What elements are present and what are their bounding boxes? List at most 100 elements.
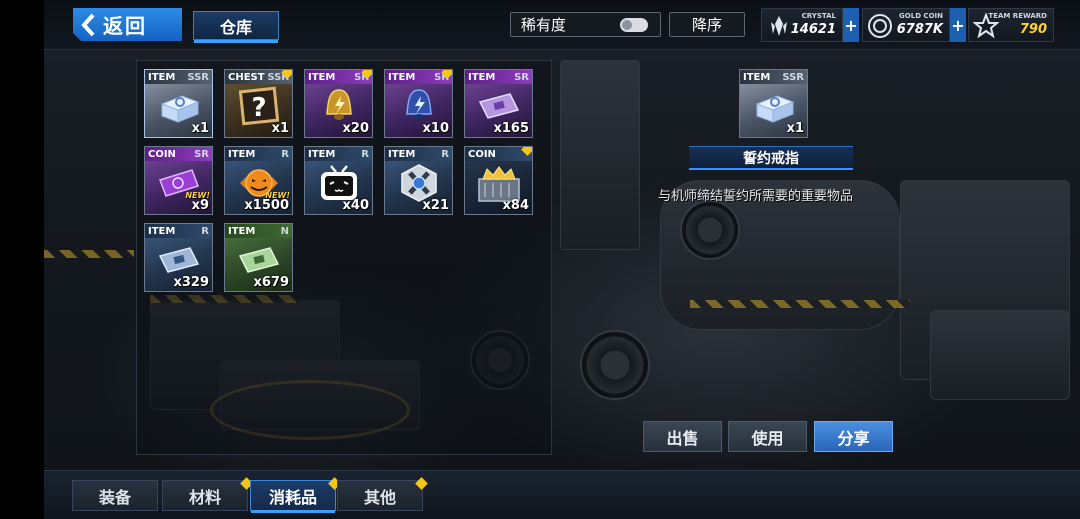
green-card-icon xyxy=(233,240,285,280)
inventory-item[interactable]: COIN x84 xyxy=(464,146,533,215)
inventory-item[interactable]: ITEM R x21 xyxy=(384,146,453,215)
inventory-item[interactable]: ITEM SSR x1 xyxy=(144,69,213,138)
wheel-icon xyxy=(580,330,650,400)
item-header: ITEM R xyxy=(385,147,452,161)
bilibili-tv-icon xyxy=(313,163,365,203)
inventory-item[interactable]: ITEM N x679 xyxy=(224,223,293,292)
item-type: ITEM xyxy=(308,71,336,83)
item-header: ITEM SSR xyxy=(740,70,807,84)
gear-cube-icon xyxy=(393,163,445,203)
tab-label: 装备 xyxy=(98,487,131,507)
item-type: ITEM xyxy=(388,148,416,160)
item-header: ITEM SR xyxy=(465,70,532,84)
add-gold-button[interactable]: + xyxy=(950,8,966,42)
tab-materials[interactable]: 材料 xyxy=(162,477,253,511)
machinery-block xyxy=(560,60,640,250)
tab-label: 消耗品 xyxy=(268,487,317,507)
currency-team-reward: TEAM REWARD 790 xyxy=(968,8,1054,42)
inventory-item[interactable]: ITEM R x329 xyxy=(144,223,213,292)
svg-text:?: ? xyxy=(251,93,266,123)
item-rarity: SR xyxy=(514,71,529,83)
use-button[interactable]: 使用 xyxy=(728,421,807,452)
item-quantity: x20 xyxy=(342,121,369,136)
tab-equipment[interactable]: 装备 xyxy=(72,480,158,511)
item-header: COIN SR xyxy=(145,147,212,161)
sort-rarity-toggle[interactable]: 稀有度 xyxy=(510,12,661,37)
mystery-chest-icon: ? xyxy=(233,86,285,126)
currency-gold-coin: GOLD COIN 6787K xyxy=(862,8,950,42)
item-type: ITEM xyxy=(148,225,176,237)
item-type: ITEM xyxy=(388,71,416,83)
selected-item-preview: ITEM SSR x1 xyxy=(739,69,808,138)
currency-name: CRYSTAL xyxy=(801,12,836,20)
purple-card-icon xyxy=(473,86,525,126)
tab-other[interactable]: 其他 xyxy=(337,477,428,511)
inventory-item[interactable]: CHEST SSR ? x1 xyxy=(224,69,293,138)
gold-bell-icon xyxy=(313,86,365,126)
inventory-item[interactable]: ITEM SR x20 xyxy=(304,69,373,138)
sell-button[interactable]: 出售 xyxy=(643,421,722,452)
tab-label: 其他 xyxy=(363,487,396,507)
item-rarity: R xyxy=(201,225,209,237)
blue-bell-icon xyxy=(393,86,445,126)
item-quantity: x10 xyxy=(422,121,449,136)
currency-value: 790 xyxy=(1019,22,1047,37)
currency-value: 14621 xyxy=(790,22,836,37)
item-rarity: R xyxy=(361,148,369,160)
item-type: ITEM xyxy=(743,71,771,83)
item-rarity: SSR xyxy=(187,71,209,83)
blue-card-icon xyxy=(153,240,205,280)
item-rarity: SSR xyxy=(782,71,804,83)
item-quantity: x1 xyxy=(786,121,804,136)
inventory-item[interactable]: ITEM SR x10 xyxy=(384,69,453,138)
item-type: ITEM xyxy=(148,71,176,83)
wheel-icon xyxy=(680,200,740,260)
item-quantity: x1 xyxy=(191,121,209,136)
item-quantity: x679 xyxy=(253,275,289,290)
item-header: ITEM R xyxy=(145,224,212,238)
item-rarity: R xyxy=(441,148,449,160)
item-type: ITEM xyxy=(308,148,336,160)
item-type: COIN xyxy=(148,148,176,160)
share-button[interactable]: 分享 xyxy=(814,421,893,452)
item-quantity: x9 xyxy=(191,198,209,213)
tab-consumables[interactable]: 消耗品 xyxy=(250,477,341,513)
currency-name: GOLD COIN xyxy=(899,12,943,20)
toggle-switch[interactable] xyxy=(620,18,648,32)
item-type: CHEST xyxy=(228,71,265,83)
item-name: 誓约戒指 xyxy=(689,146,853,170)
sort-order-button[interactable]: 降序 xyxy=(669,12,745,37)
item-type: COIN xyxy=(468,148,496,160)
item-quantity: x84 xyxy=(502,198,529,213)
tab-warehouse[interactable]: 仓库 xyxy=(193,11,279,43)
item-header: ITEM R xyxy=(305,147,372,161)
inventory-item[interactable]: ITEM SR x165 xyxy=(464,69,533,138)
item-rarity: SR xyxy=(194,148,209,160)
item-rarity: N xyxy=(280,225,289,237)
item-quantity: x40 xyxy=(342,198,369,213)
gold-coin-icon xyxy=(865,11,895,41)
inventory-item[interactable]: ITEM R x40 xyxy=(304,146,373,215)
currency-name: TEAM REWARD xyxy=(988,12,1047,20)
currency-crystal: CRYSTAL 14621 xyxy=(761,8,843,42)
item-header: ITEM SSR xyxy=(145,70,212,84)
item-type: ITEM xyxy=(228,225,256,237)
back-button[interactable]: 返回 xyxy=(73,8,182,41)
crystal-icon xyxy=(764,11,794,41)
item-rarity: R xyxy=(281,148,289,160)
item-type: ITEM xyxy=(468,71,496,83)
inventory-item[interactable]: ITEM R NEW! x1500 xyxy=(224,146,293,215)
add-crystal-button[interactable]: + xyxy=(843,8,859,42)
ring-box-icon xyxy=(153,86,205,126)
item-header: ITEM N xyxy=(225,224,292,238)
sort-rarity-label: 稀有度 xyxy=(521,16,567,34)
item-quantity: x165 xyxy=(493,121,529,136)
hazard-stripe xyxy=(690,300,910,308)
item-quantity: x1500 xyxy=(244,198,289,213)
inventory-item[interactable]: COIN SR NEW! x9 xyxy=(144,146,213,215)
tab-label: 材料 xyxy=(188,487,221,507)
left-edge xyxy=(0,0,44,519)
item-quantity: x1 xyxy=(271,121,289,136)
gold-crate-icon xyxy=(473,163,525,203)
chevron-left-icon xyxy=(73,8,103,41)
